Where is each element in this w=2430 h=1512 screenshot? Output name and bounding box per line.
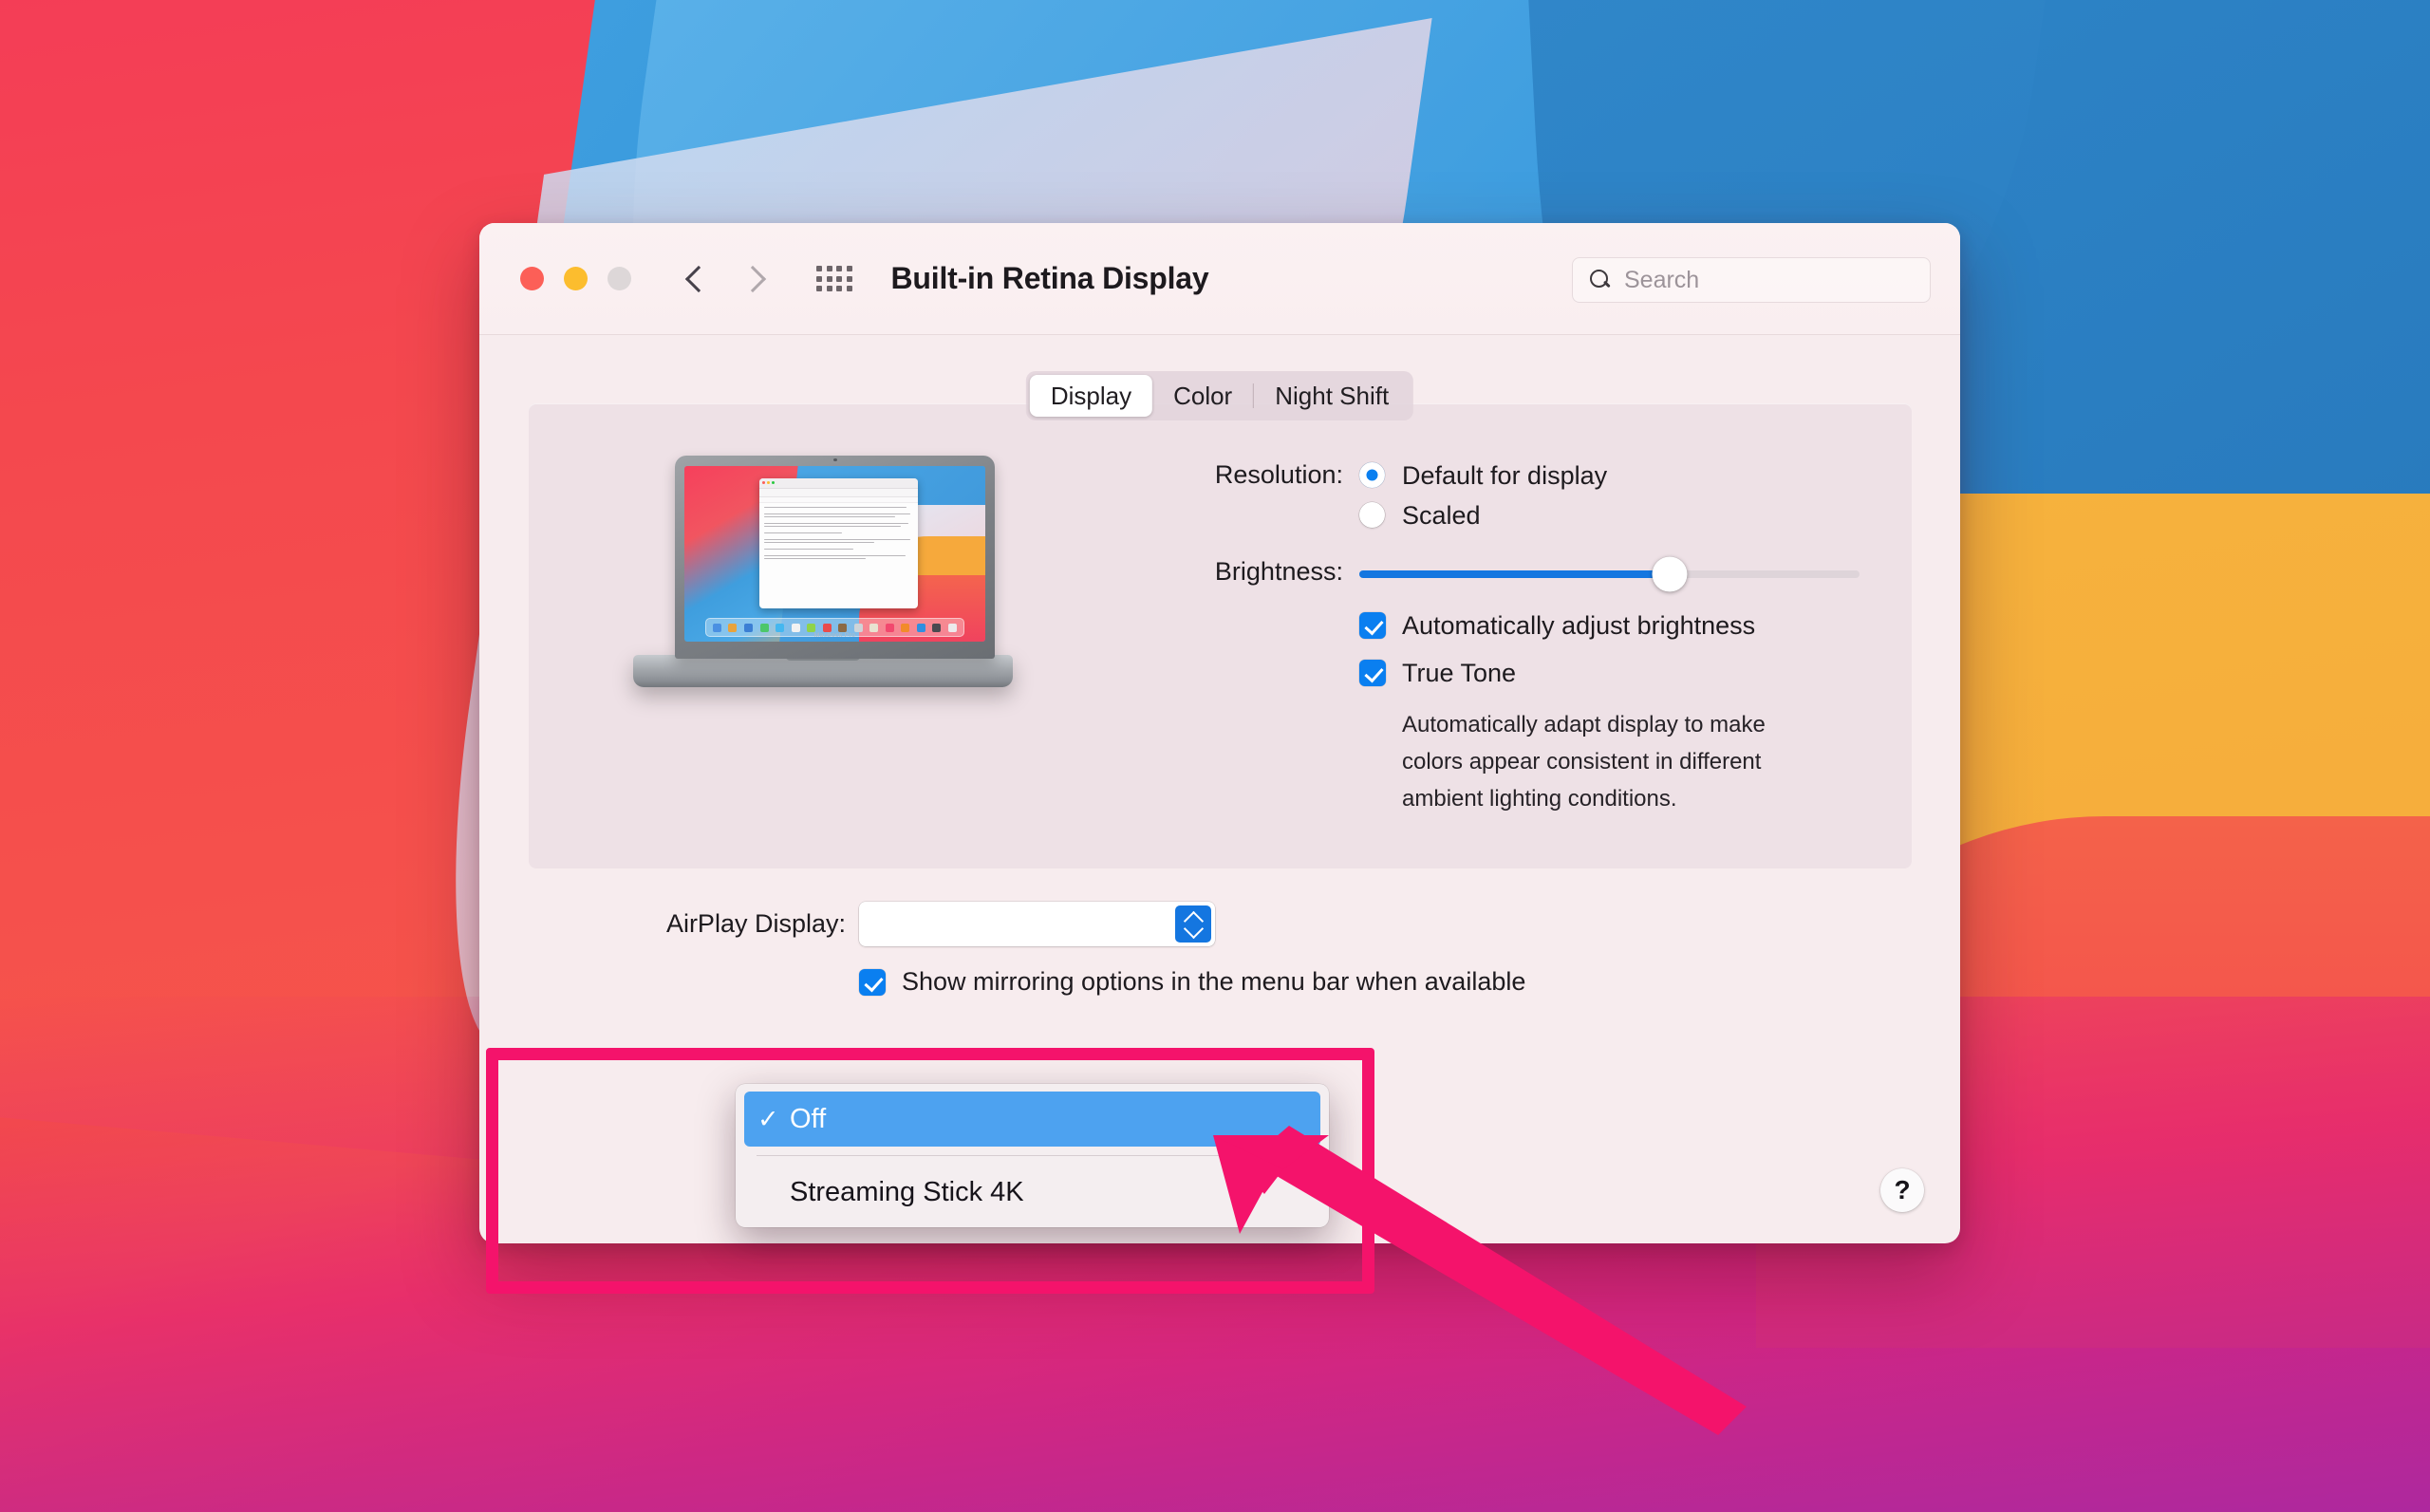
- show-mirroring-row[interactable]: Show mirroring options in the menu bar w…: [479, 967, 1960, 997]
- auto-brightness-checkbox-row[interactable]: Automatically adjust brightness: [1359, 604, 1867, 647]
- airplay-display-row: AirPlay Display:: [479, 897, 1960, 950]
- brightness-slider[interactable]: [1359, 556, 1860, 592]
- radio-default-label: Default for display: [1402, 461, 1608, 490]
- brightness-slider-fill: [1359, 570, 1670, 578]
- annotation-highlight-rect: [486, 1048, 1374, 1294]
- airplay-display-label: AirPlay Display:: [665, 908, 846, 938]
- preview-app-titlebar: [759, 477, 918, 489]
- true-tone-checkbox-row[interactable]: True Tone: [1359, 651, 1867, 695]
- auto-brightness-label: Automatically adjust brightness: [1402, 611, 1756, 640]
- traffic-lights: [520, 267, 631, 290]
- resolution-options: Default for display Scaled: [1359, 456, 1607, 535]
- display-settings-panel: MacBook Pro Resolution: Default for disp…: [529, 403, 1912, 868]
- show-mirroring-label: Show mirroring options in the menu bar w…: [902, 967, 1526, 996]
- display-controls: Resolution: Default for display Scaled B…: [1146, 456, 1867, 817]
- macbook-brand-label: MacBook Pro: [813, 632, 856, 639]
- radio-default-icon: [1359, 462, 1385, 488]
- true-tone-checkbox-icon: [1359, 660, 1386, 686]
- macbook-preview-image: MacBook Pro: [633, 456, 1013, 712]
- macbook-base: [633, 655, 1013, 687]
- tab-display[interactable]: Display: [1029, 375, 1153, 417]
- show-all-grid-icon[interactable]: [816, 266, 852, 291]
- chevron-updown-icon: [1175, 905, 1211, 943]
- brightness-label: Brightness:: [1214, 557, 1343, 586]
- minimize-button-icon[interactable]: [564, 267, 588, 290]
- tab-night-shift[interactable]: Night Shift: [1254, 375, 1410, 417]
- chevron-right-icon[interactable]: [743, 267, 768, 291]
- radio-default-for-display[interactable]: Default for display: [1359, 456, 1607, 495]
- preview-textedit-window: [759, 477, 918, 608]
- resolution-label: Resolution:: [1214, 460, 1343, 489]
- macbook-camera-icon: [832, 458, 837, 461]
- window-titlebar: Built-in Retina Display Search: [479, 223, 1960, 335]
- close-button-icon[interactable]: [520, 267, 544, 290]
- resolution-row: Resolution: Default for display Scaled: [1146, 456, 1867, 535]
- macbook-screen: MacBook Pro: [684, 466, 985, 642]
- search-input[interactable]: Search: [1572, 257, 1931, 303]
- macbook-lid: MacBook Pro: [675, 456, 995, 659]
- radio-scaled-label: Scaled: [1402, 501, 1481, 530]
- navigation-arrows: [683, 267, 768, 291]
- auto-brightness-checkbox-icon: [1359, 612, 1386, 639]
- preview-app-body: [759, 503, 917, 565]
- brightness-slider-thumb[interactable]: [1652, 556, 1688, 592]
- brightness-row: Brightness:: [1146, 552, 1867, 592]
- radio-scaled-icon: [1359, 502, 1385, 528]
- chevron-left-icon[interactable]: [683, 267, 708, 291]
- show-mirroring-checkbox-icon: [859, 968, 886, 996]
- search-placeholder: Search: [1624, 266, 1700, 293]
- true-tone-description: Automatically adapt display to make colo…: [1402, 712, 1766, 812]
- help-button[interactable]: ?: [1880, 1168, 1924, 1212]
- search-icon: [1589, 269, 1612, 291]
- true-tone-label: True Tone: [1402, 659, 1517, 687]
- airplay-section: AirPlay Display: Show mirroring options …: [479, 897, 1960, 997]
- airplay-display-select[interactable]: [859, 901, 1215, 946]
- preview-app-toolbar: [759, 488, 918, 497]
- tab-color[interactable]: Color: [1152, 375, 1253, 417]
- page-title: Built-in Retina Display: [890, 261, 1209, 295]
- maximize-button-icon[interactable]: [608, 267, 631, 290]
- tab-bar: Display Color Night Shift: [1025, 371, 1414, 420]
- radio-scaled[interactable]: Scaled: [1359, 495, 1607, 535]
